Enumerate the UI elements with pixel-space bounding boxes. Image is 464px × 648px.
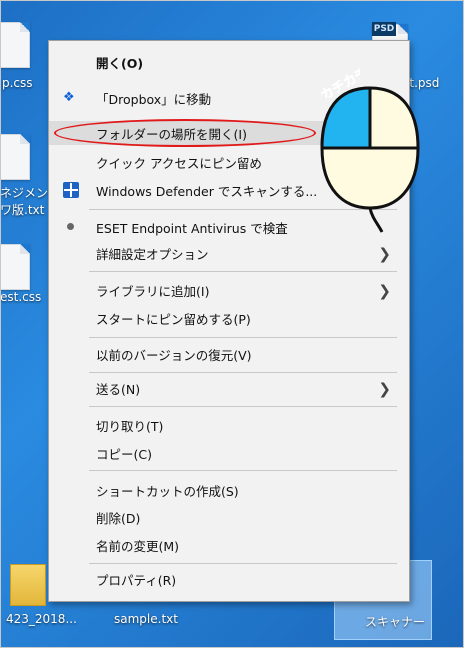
desktop-file-label-line2: ワ版.txt <box>0 203 45 217</box>
menu-item-pin-to-start[interactable]: スタートにピン留めする(P) <box>49 305 409 331</box>
psd-badge: PSD <box>372 22 396 36</box>
file-icon <box>0 22 30 68</box>
menu-item-label: ESET Endpoint Antivirus で検査 <box>96 220 288 236</box>
menu-item-label: クイック アクセスにピン留め <box>96 155 262 171</box>
desktop-file-label: est.css <box>0 290 42 304</box>
menu-item-cut[interactable]: 切り取り(T) <box>49 412 409 438</box>
menu-item-label: 切り取り(T) <box>96 418 164 434</box>
menu-item-restore-previous-versions[interactable]: 以前のバージョンの復元(V) <box>49 341 409 367</box>
menu-item-rename[interactable]: 名前の変更(M) <box>49 532 409 558</box>
menu-item-label: スタートにピン留めする(P) <box>96 311 251 327</box>
chevron-right-icon: ❯ <box>378 282 391 300</box>
menu-item-label: Windows Defender でスキャンする... <box>96 183 318 199</box>
menu-item-delete[interactable]: 削除(D) <box>49 504 409 530</box>
file-icon <box>0 244 30 290</box>
desktop-file-label: スキャナー <box>365 615 426 629</box>
menu-item-label: 削除(D) <box>96 510 141 526</box>
desktop-file-label: 423_2018... <box>6 612 77 626</box>
menu-separator <box>89 470 397 471</box>
windows-defender-icon <box>63 182 79 198</box>
menu-separator <box>89 271 397 272</box>
dropbox-icon: ❖ <box>63 90 75 105</box>
mouse-left-click-icon <box>320 86 420 233</box>
menu-item-label: 以前のバージョンの復元(V) <box>96 347 252 363</box>
highlight-ellipse <box>54 119 316 147</box>
folder-icon <box>10 564 46 606</box>
menu-separator <box>89 563 397 564</box>
menu-item-properties[interactable]: プロパティ(R) <box>49 566 409 592</box>
desktop-file-label: sample.txt <box>114 612 178 626</box>
menu-item-send-to[interactable]: 送る(N) ❯ <box>49 375 409 401</box>
desktop-file-label: p.css <box>2 76 33 90</box>
menu-item-create-shortcut[interactable]: ショートカットの作成(S) <box>49 477 409 503</box>
menu-separator <box>89 337 397 338</box>
menu-item-label: コピー(C) <box>96 446 152 462</box>
menu-item-label: 「Dropbox」に移動 <box>96 91 212 107</box>
menu-item-label: 送る(N) <box>96 381 141 397</box>
menu-item-label: ライブラリに追加(I) <box>96 283 210 299</box>
menu-item-label: 開く(O) <box>96 55 144 71</box>
chevron-right-icon: ❯ <box>378 245 391 263</box>
menu-item-label: 名前の変更(M) <box>96 538 180 554</box>
menu-item-add-to-library[interactable]: ライブラリに追加(I) ❯ <box>49 277 409 303</box>
menu-item-advanced-options[interactable]: 詳細設定オプション ❯ <box>49 240 409 266</box>
chevron-right-icon: ❯ <box>378 380 391 398</box>
menu-item-label: 詳細設定オプション <box>96 246 209 262</box>
menu-item-label: ショートカットの作成(S) <box>96 483 239 499</box>
file-icon <box>0 134 30 180</box>
menu-item-label: プロパティ(R) <box>96 572 177 588</box>
menu-separator <box>89 372 397 373</box>
menu-item-copy[interactable]: コピー(C) <box>49 440 409 466</box>
eset-icon <box>67 223 74 230</box>
menu-separator <box>89 406 397 407</box>
